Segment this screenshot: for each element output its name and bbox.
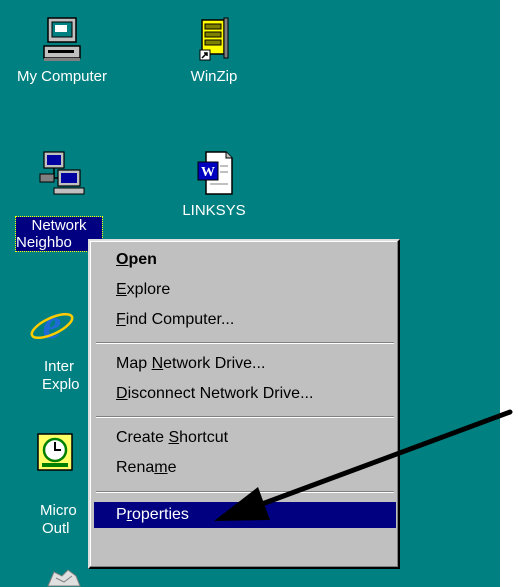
internet-explorer-icon: e (22, 300, 82, 348)
menu-item-create-shortcut[interactable]: Create Shortcut (94, 425, 396, 451)
menu-item-properties[interactable]: Properties (94, 502, 396, 528)
menu-item-find-computer[interactable]: Find Computer... (94, 307, 396, 333)
svg-text:W: W (201, 165, 215, 180)
outlook-icon (22, 430, 82, 478)
menu-separator (96, 416, 394, 418)
menu-item-rename[interactable]: Rename (94, 455, 396, 481)
icon-label-winzip: WinZip (190, 68, 238, 85)
recycle-bin-icon[interactable] (44, 568, 84, 587)
winzip-icon (166, 16, 262, 64)
icon-label-line1: Network (31, 217, 87, 234)
menu-separator (96, 491, 394, 493)
icon-label-outlook-line1: Micro (40, 502, 77, 519)
icon-label-ie-line1: Inter (44, 358, 75, 375)
menu-item-map-network-drive[interactable]: Map Network Drive... (94, 351, 396, 377)
icon-label-linksys: LINKSYS (182, 202, 246, 219)
word-document-icon: W (166, 150, 262, 198)
menu-item-explore[interactable]: Explore (94, 277, 396, 303)
menu-item-open[interactable]: Open (94, 247, 396, 273)
icon-label-ie-line2: Explo (42, 376, 80, 393)
svg-text:e: e (43, 302, 62, 348)
screenshot-stage: My Computer WinZip Network Neighbo W LIN… (0, 0, 518, 587)
icon-label-my-computer: My Computer (16, 68, 108, 85)
desktop-icon-linksys[interactable]: W LINKSYS (166, 150, 262, 230)
menu-separator (96, 342, 394, 344)
computer-icon (14, 16, 110, 64)
icon-label-outlook-line2: Outl (42, 520, 70, 537)
desktop-icon-outlook[interactable] (22, 430, 82, 510)
network-icon (14, 150, 110, 198)
desktop-icon-winzip[interactable]: WinZip (166, 16, 262, 96)
menu-item-disconnect-network-drive[interactable]: Disconnect Network Drive... (94, 381, 396, 407)
desktop-icon-my-computer[interactable]: My Computer (14, 16, 110, 96)
context-menu: Open Explore Find Computer... Map Networ… (88, 239, 400, 569)
